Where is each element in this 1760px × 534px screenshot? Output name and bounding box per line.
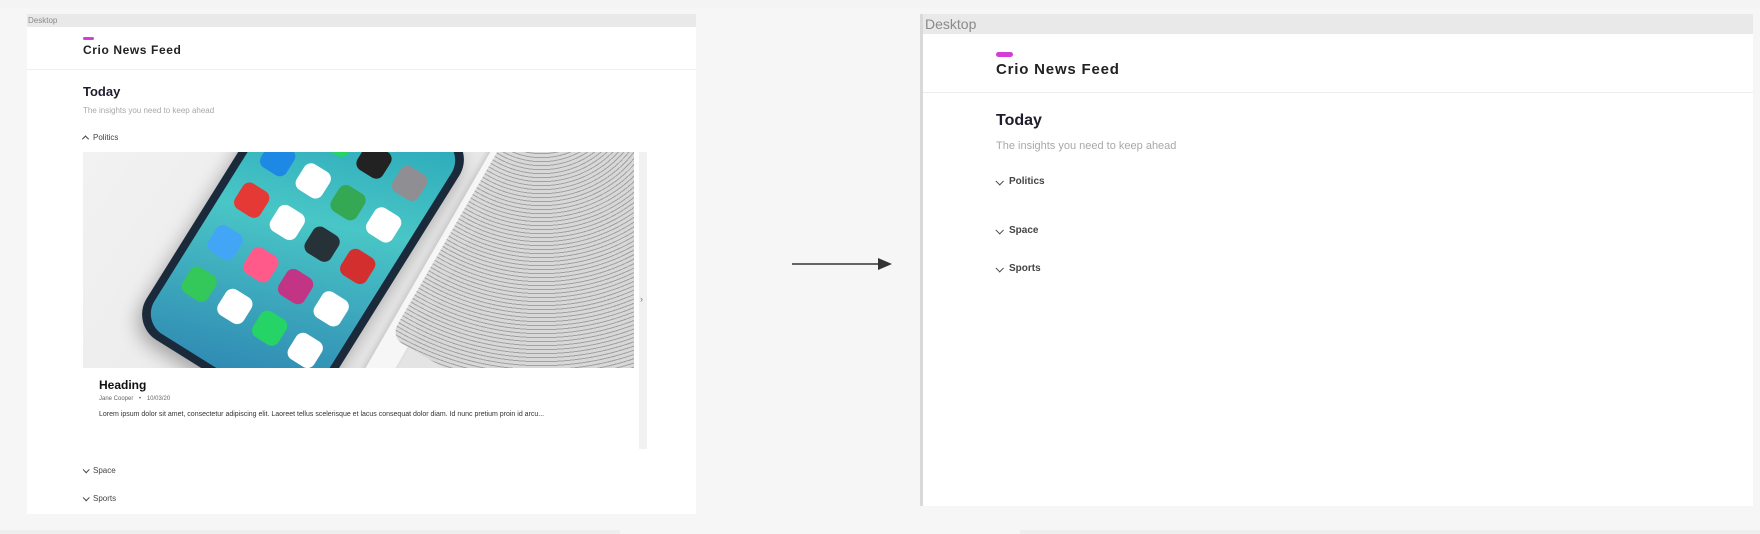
card-excerpt: Lorem ipsum dolor sit amet, consectetur … <box>99 411 545 418</box>
phone-icon <box>178 263 221 305</box>
logo-accent <box>996 52 1013 57</box>
right-frame: Desktop Crio News Feed Today The insight… <box>920 14 1753 506</box>
whatsapp-icon <box>318 152 360 160</box>
books-icon <box>301 223 343 266</box>
chevron-right-icon[interactable]: › <box>640 294 643 304</box>
shopping-icon <box>266 201 308 244</box>
section-toggle-politics[interactable]: Politics <box>81 133 119 143</box>
app-icon <box>284 329 326 368</box>
section-toggle-politics[interactable]: Politics <box>995 176 1045 187</box>
card-author: Jane Cooper <box>99 396 134 402</box>
music-icon <box>239 243 282 285</box>
page-subtitle: The insights you need to keep ahead <box>996 140 1177 152</box>
chevron-down-icon <box>82 494 90 502</box>
card-meta: Jane Cooper • 10/03/20 <box>99 396 170 402</box>
arrow-right-icon <box>792 258 892 270</box>
section-toggle-space[interactable]: Space <box>995 225 1039 236</box>
frame-label: Desktop <box>27 14 696 27</box>
left-frame: Desktop Crio News Feed Today The insight… <box>27 14 696 514</box>
bottom-ghost-strip <box>0 530 620 534</box>
chevron-down-icon <box>995 176 1004 186</box>
page-subtitle: The insights you need to keep ahead <box>83 106 215 115</box>
news-image <box>83 152 634 368</box>
page-title: Today <box>996 112 1042 129</box>
frame-label: Desktop <box>923 14 1753 34</box>
app-header: Crio News Feed <box>923 34 1753 93</box>
instagram-icon <box>275 265 317 307</box>
news-card[interactable]: Heading Jane Cooper • 10/03/20 Lorem ips… <box>83 152 634 449</box>
app-title[interactable]: Crio News Feed <box>83 43 181 57</box>
hangouts-icon <box>249 307 291 349</box>
section-toggle-sports[interactable]: Sports <box>995 263 1041 274</box>
section-label: Politics <box>1009 176 1045 187</box>
logo-accent <box>83 37 94 40</box>
section-label: Space <box>93 466 116 475</box>
card-date: 10/03/20 <box>146 396 171 402</box>
section-label: Politics <box>93 133 119 142</box>
maps-icon <box>327 182 369 224</box>
top-ghost-strip <box>0 0 1760 8</box>
section-toggle-sports[interactable]: Sports <box>82 494 117 503</box>
meta-separator: • <box>139 396 142 402</box>
settings-icon <box>388 162 430 204</box>
drive-icon <box>204 221 247 263</box>
section-label: Sports <box>1009 263 1041 274</box>
chevron-down-icon <box>995 263 1004 273</box>
chevron-down-icon <box>995 225 1004 235</box>
uber-icon <box>353 152 395 182</box>
chevron-down-icon <box>82 466 90 474</box>
airtel-icon <box>336 245 378 288</box>
news-app-icon <box>230 179 273 222</box>
app-header: Crio News Feed <box>27 27 696 70</box>
section-toggle-space[interactable]: Space <box>82 466 116 475</box>
messenger-icon <box>256 152 299 180</box>
bottom-ghost-strip <box>1020 530 1760 534</box>
card-heading[interactable]: Heading <box>99 378 146 392</box>
chevron-up-icon <box>81 135 90 143</box>
section-label: Space <box>1009 225 1039 236</box>
paytm-icon <box>292 160 334 202</box>
app-title[interactable]: Crio News Feed <box>996 61 1120 78</box>
stack-icon <box>310 287 352 329</box>
chrome-icon <box>213 285 256 327</box>
page-title: Today <box>83 84 121 99</box>
gmail-icon <box>362 204 404 246</box>
section-label: Sports <box>93 494 117 503</box>
